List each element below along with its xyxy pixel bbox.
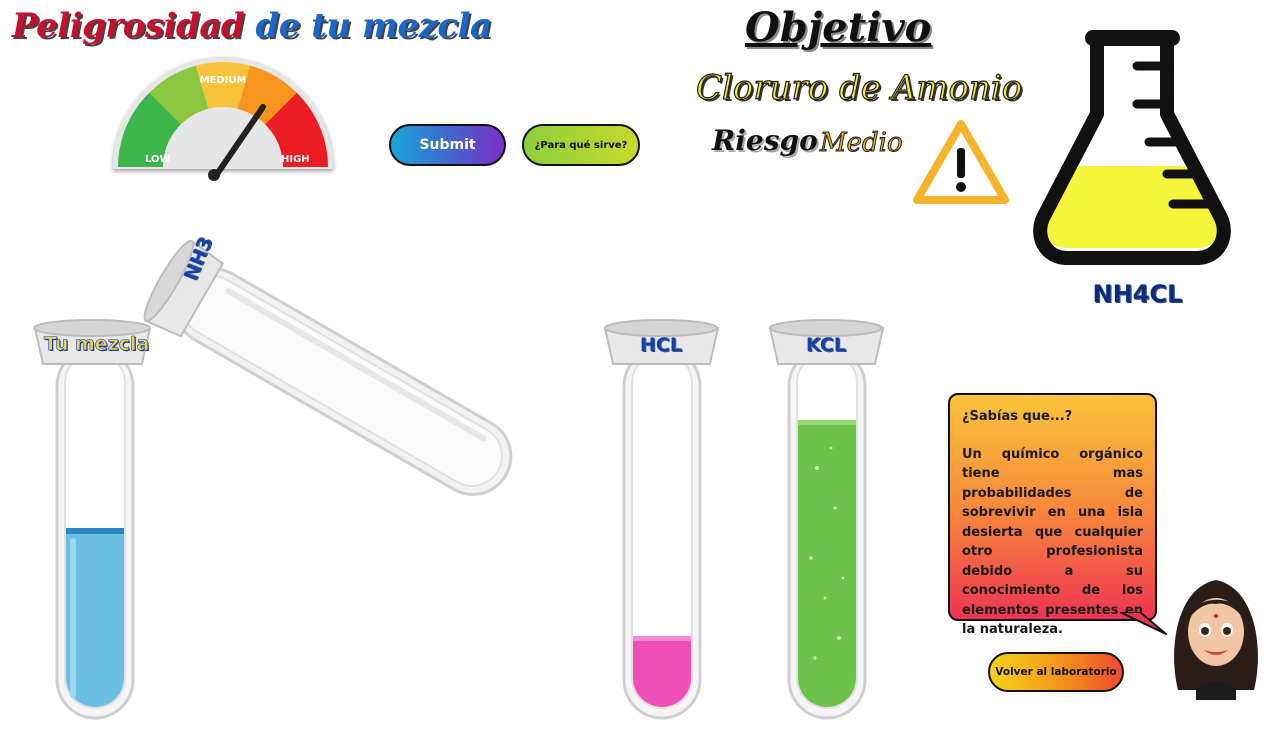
- mix-tube[interactable]: [30, 318, 155, 723]
- avatar: [1174, 580, 1258, 700]
- fact-text: Un químico orgánico tiene mas probabilid…: [962, 446, 1143, 638]
- gauge-medium-label: MEDIUM: [200, 75, 247, 86]
- objective-compound: Cloruro de Amonio: [695, 67, 1023, 108]
- risk-value: Medio: [820, 128, 904, 159]
- gauge-high-label: HIGH: [281, 154, 310, 165]
- flask-formula-label: NH4CL: [1092, 280, 1183, 308]
- hcl-tube[interactable]: [600, 318, 725, 723]
- fact-title: ¿Sabías que...?: [962, 409, 1073, 424]
- risk-label: Riesgo: [712, 124, 818, 157]
- mix-tube-label: Tu mezcla: [44, 333, 150, 356]
- kcl-tube-label: KCL: [806, 334, 846, 356]
- submit-button[interactable]: Submit: [389, 124, 506, 166]
- title-part-1: Peligrosidad: [12, 6, 245, 46]
- page-title: Peligrosidad de tu mezcla: [12, 6, 492, 46]
- fact-bubble: ¿Sabías que...? Un químico orgánico tien…: [948, 393, 1157, 637]
- nh3-tube[interactable]: [143, 195, 545, 496]
- back-to-lab-button[interactable]: Volver al laboratorio: [988, 652, 1124, 692]
- bubble-tail: [1120, 612, 1167, 635]
- title-part-2: de tu mezcla: [255, 6, 492, 46]
- kcl-tube[interactable]: [765, 318, 890, 723]
- danger-gauge: LOW MEDIUM HIGH: [113, 57, 333, 181]
- hcl-tube-label: HCL: [640, 334, 682, 356]
- gauge-low-label: LOW: [145, 154, 171, 165]
- objective-heading: Objetivo: [745, 4, 932, 51]
- what-is-it-for-button[interactable]: ¿Para qué sirve?: [522, 124, 640, 166]
- flask-icon: [1033, 30, 1231, 265]
- warning-triangle-icon: [913, 120, 1009, 204]
